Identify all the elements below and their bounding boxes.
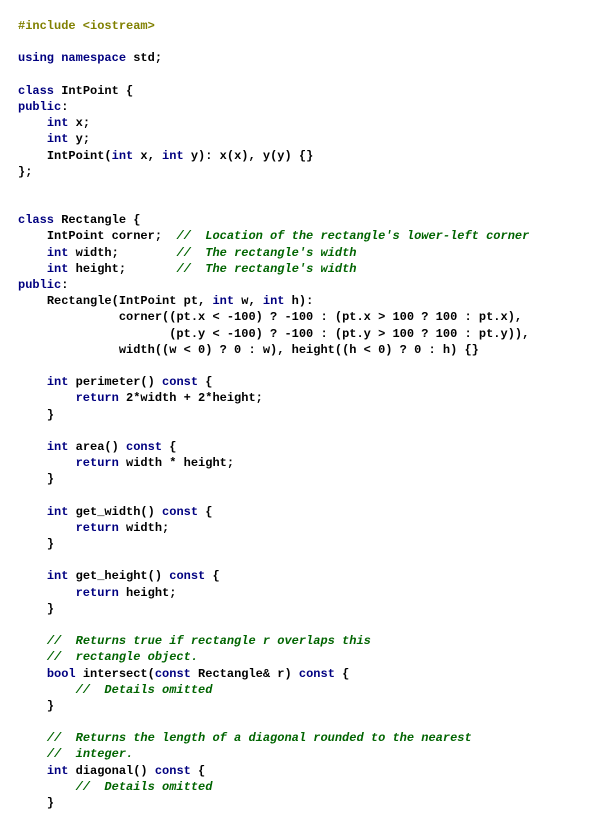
kw-int: int — [47, 262, 69, 276]
kw-int: int — [47, 116, 69, 130]
comment-diagonal: // Returns the length of a diagonal roun… — [47, 731, 472, 745]
comment-height: // The rectangle's width — [176, 262, 356, 276]
close-brace: } — [47, 537, 54, 551]
kw-const: const — [299, 667, 335, 681]
close-class: }; — [18, 165, 32, 179]
ctor-rectangle: h): — [284, 294, 313, 308]
comment-diagonal: // integer. — [47, 747, 133, 761]
fn-getwidth: get_width() — [68, 505, 162, 519]
ctor-intpoint: y): x(x), y(y) {} — [184, 149, 314, 163]
kw-int: int — [212, 294, 234, 308]
kw-const: const — [155, 764, 191, 778]
member-width: width; — [76, 246, 119, 260]
return-width: width; — [119, 521, 169, 535]
fn-intersect: Rectangle& r) — [191, 667, 299, 681]
member-height: height; — [76, 262, 126, 276]
comment-intersect: // Returns true if rectangle r overlaps … — [47, 634, 371, 648]
member-y: y; — [76, 132, 90, 146]
kw-int: int — [47, 132, 69, 146]
kw-int: int — [47, 440, 69, 454]
fn-getheight: { — [205, 569, 219, 583]
kw-const: const — [155, 667, 191, 681]
kw-int: int — [162, 149, 184, 163]
kw-int: int — [112, 149, 134, 163]
colon: : — [61, 278, 68, 292]
comment-intersect: // rectangle object. — [47, 650, 198, 664]
close-brace: } — [47, 472, 54, 486]
member-corner: IntPoint corner; — [47, 229, 162, 243]
fn-intersect: { — [335, 667, 349, 681]
close-brace: } — [47, 408, 54, 422]
member-x: x; — [76, 116, 90, 130]
comment-omitted: // Details omitted — [76, 780, 213, 794]
initlist-wh: width((w < 0) ? 0 : w), height((h < 0) ?… — [119, 343, 479, 357]
ctor-rectangle: w, — [234, 294, 263, 308]
class-rectangle: Rectangle { — [61, 213, 140, 227]
return-height: height; — [119, 586, 177, 600]
code-block: #include <iostream> using namespace std;… — [18, 18, 587, 811]
kw-class: class — [18, 213, 54, 227]
close-brace: } — [47, 699, 54, 713]
kw-int: int — [47, 569, 69, 583]
kw-int: int — [47, 246, 69, 260]
fn-perimeter: { — [198, 375, 212, 389]
kw-const: const — [162, 505, 198, 519]
comment-omitted: // Details omitted — [76, 683, 213, 697]
fn-area: { — [162, 440, 176, 454]
preprocessor-line: #include <iostream> — [18, 19, 155, 33]
ctor-intpoint: IntPoint( — [47, 149, 112, 163]
fn-perimeter: perimeter() — [68, 375, 162, 389]
kw-return: return — [76, 521, 119, 535]
kw-return: return — [76, 456, 119, 470]
ctor-intpoint: x, — [133, 149, 162, 163]
kw-public: public — [18, 278, 61, 292]
kw-int: int — [263, 294, 285, 308]
kw-public: public — [18, 100, 61, 114]
kw-return: return — [76, 391, 119, 405]
fn-getwidth: { — [198, 505, 212, 519]
fn-diagonal: diagonal() — [68, 764, 154, 778]
kw-int: int — [47, 505, 69, 519]
colon: : — [61, 100, 68, 114]
return-perimeter: 2*width + 2*height; — [119, 391, 263, 405]
initlist-corner: corner((pt.x < -100) ? -100 : (pt.x > 10… — [119, 310, 522, 324]
kw-namespace: namespace — [61, 51, 126, 65]
close-brace: } — [47, 796, 54, 810]
fn-diagonal: { — [191, 764, 205, 778]
kw-const: const — [169, 569, 205, 583]
ctor-rectangle: Rectangle(IntPoint pt, — [47, 294, 213, 308]
fn-intersect: intersect( — [76, 667, 155, 681]
comment-corner: // Location of the rectangle's lower-lef… — [176, 229, 529, 243]
kw-int: int — [47, 375, 69, 389]
fn-getheight: get_height() — [68, 569, 169, 583]
class-intpoint: IntPoint { — [61, 84, 133, 98]
kw-bool: bool — [47, 667, 76, 681]
kw-const: const — [162, 375, 198, 389]
initlist-corner: (pt.y < -100) ? -100 : (pt.y > 100 ? 100… — [169, 327, 529, 341]
ns-std: std; — [133, 51, 162, 65]
kw-const: const — [126, 440, 162, 454]
kw-class: class — [18, 84, 54, 98]
fn-area: area() — [68, 440, 126, 454]
close-brace: } — [47, 602, 54, 616]
kw-using: using — [18, 51, 54, 65]
return-area: width * height; — [119, 456, 234, 470]
comment-width: // The rectangle's width — [176, 246, 356, 260]
kw-int: int — [47, 764, 69, 778]
kw-return: return — [76, 586, 119, 600]
